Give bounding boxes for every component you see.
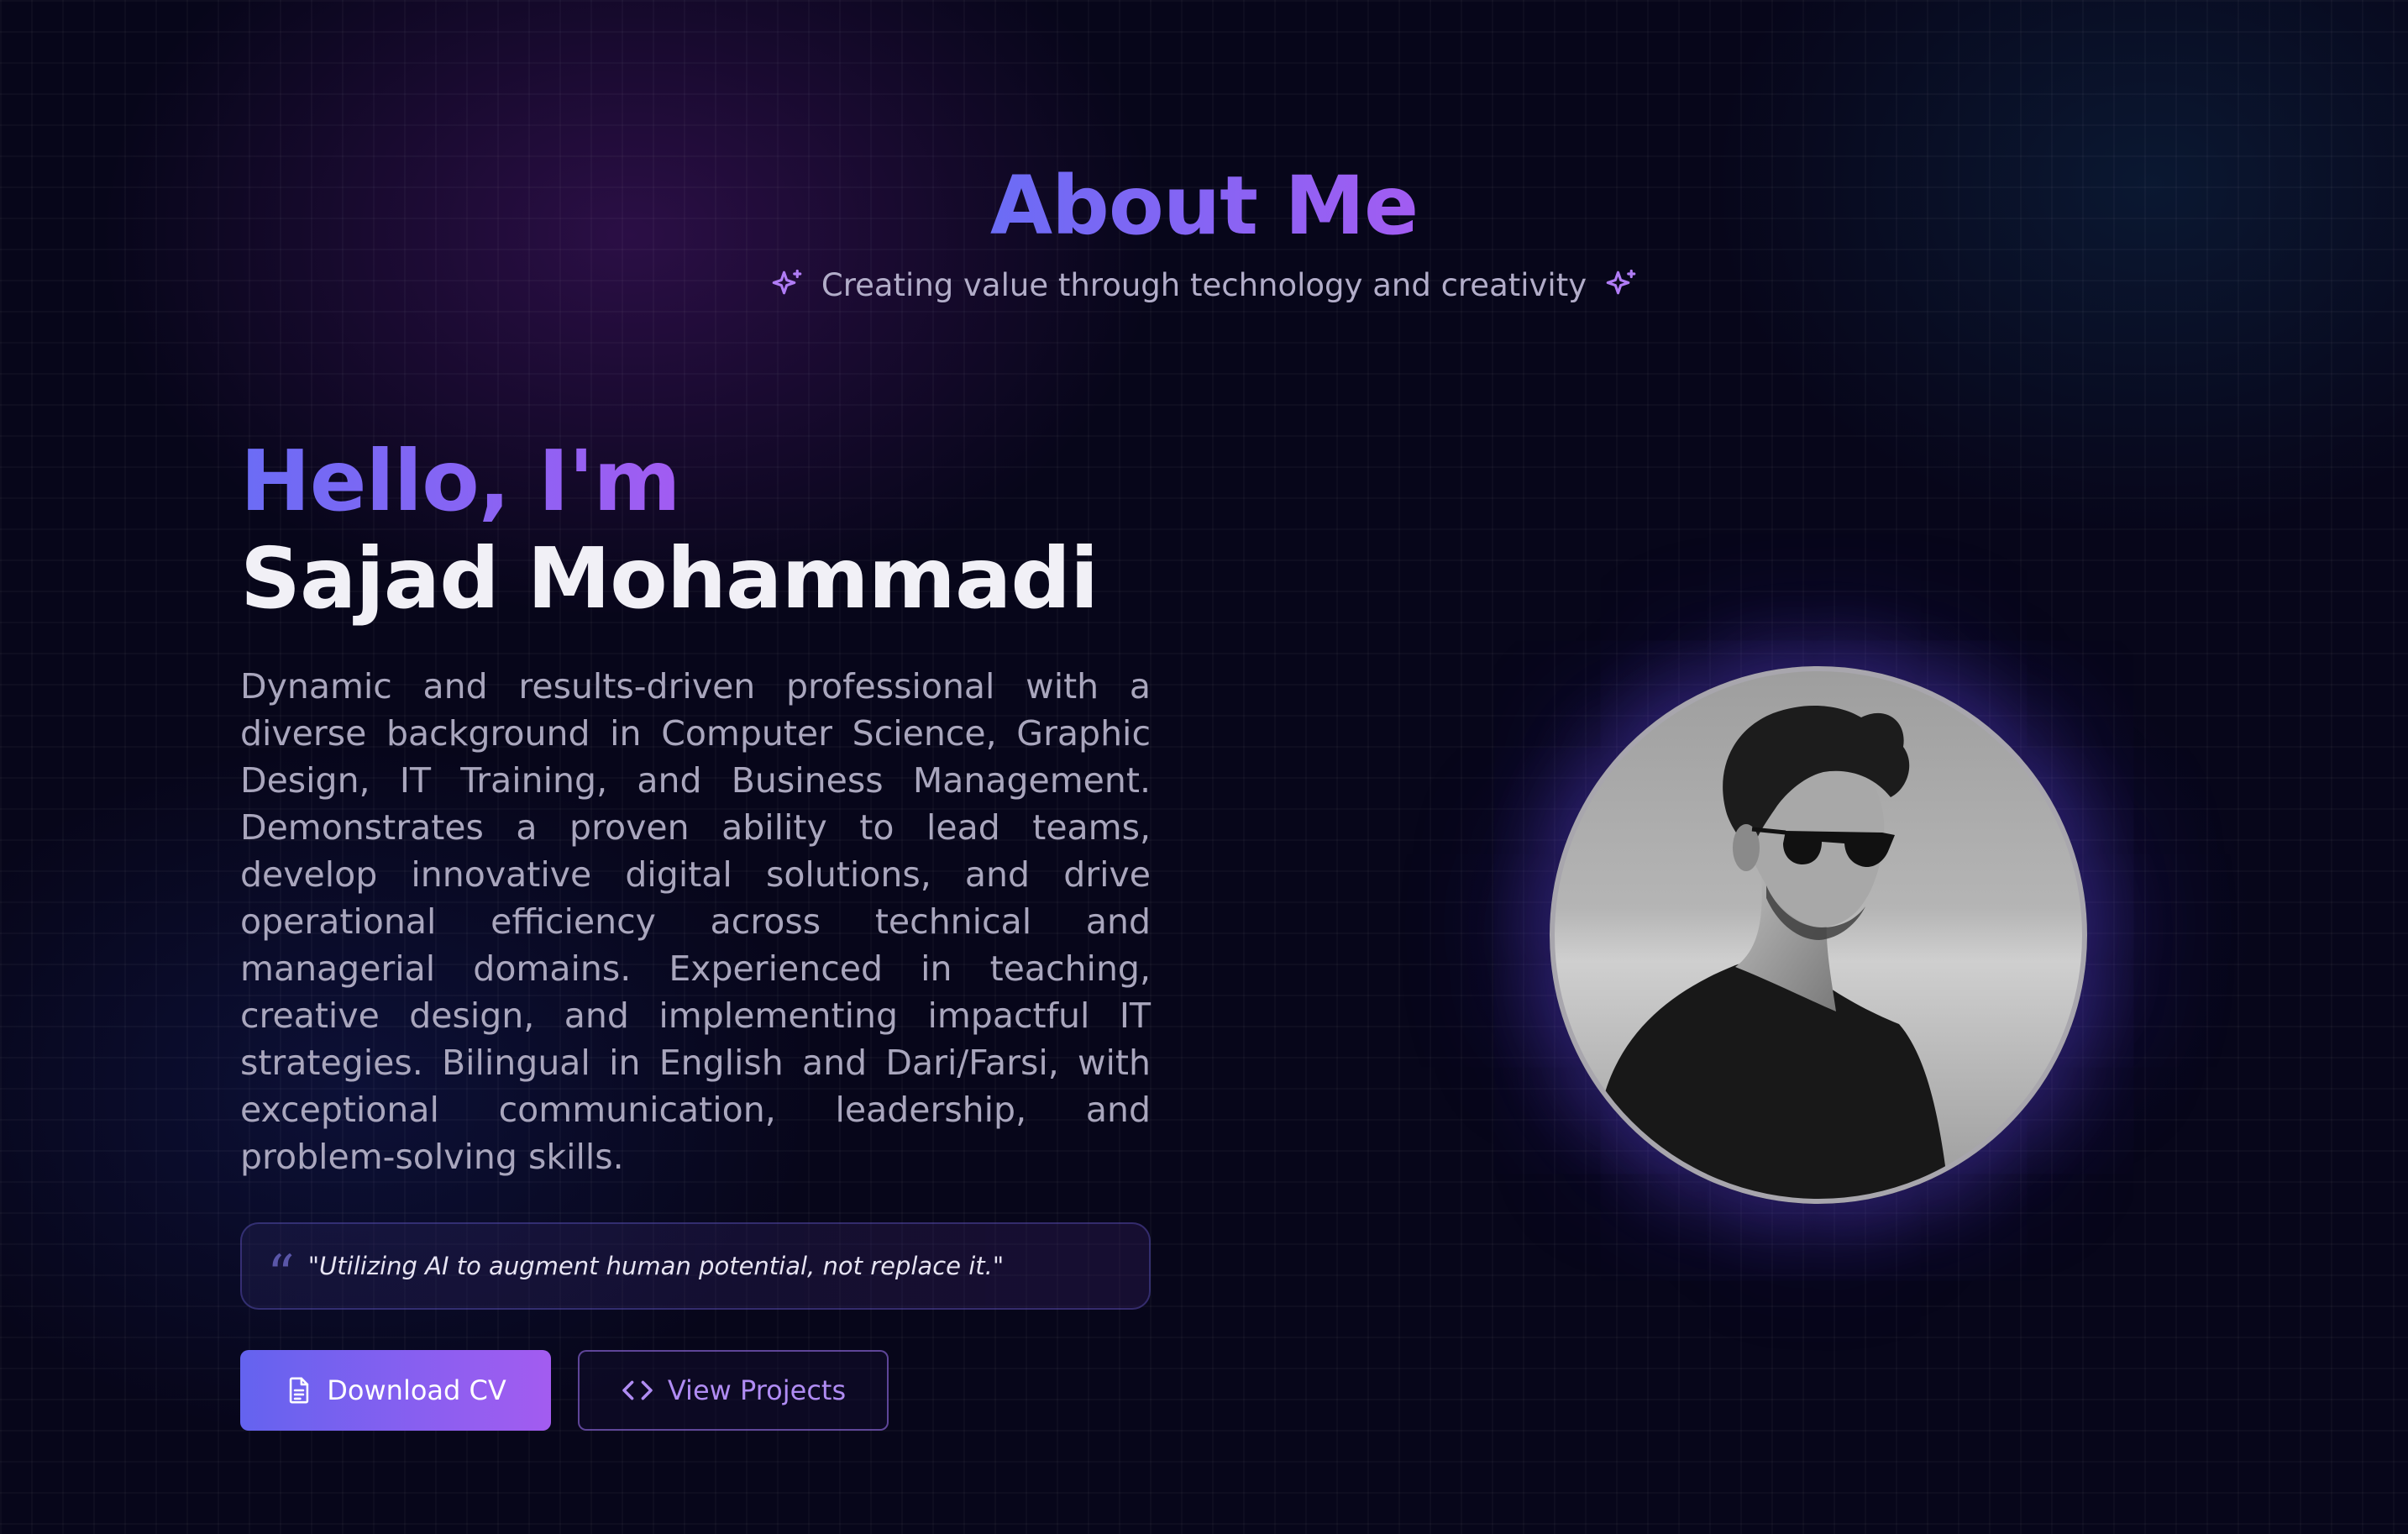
profile-photo	[1550, 666, 2087, 1204]
quote-text: "Utilizing AI to augment human potential…	[307, 1252, 1005, 1280]
section-subtitle: Creating value through technology and cr…	[0, 267, 2408, 303]
code-icon	[621, 1377, 654, 1404]
document-icon	[285, 1374, 313, 1406]
subtitle-text: Creating value through technology and cr…	[821, 267, 1587, 303]
quote-icon: “	[267, 1244, 295, 1306]
quote-card: “ "Utilizing AI to augment human potenti…	[240, 1222, 1151, 1310]
sparkle-icon	[1603, 268, 1639, 303]
download-cv-button[interactable]: Download CV	[240, 1350, 551, 1431]
download-cv-label: Download CV	[327, 1374, 506, 1406]
bio-paragraph: Dynamic and results-driven professional …	[240, 666, 1151, 1177]
view-projects-label: View Projects	[667, 1374, 847, 1406]
intro-column: Hello, I'm Sajad Mohammadi Dynamic and r…	[240, 433, 1151, 1431]
action-buttons: Download CV View Projects	[240, 1350, 1151, 1431]
about-section: About Me Creating value through technolo…	[0, 0, 2408, 1534]
section-header: About Me Creating value through technolo…	[0, 151, 2408, 303]
profile-photo-frame	[1550, 666, 2087, 1204]
greeting-heading: Hello, I'm	[240, 432, 681, 530]
sparkle-icon	[769, 268, 805, 303]
name-heading: Sajad Mohammadi	[240, 529, 1099, 628]
section-title: About Me	[990, 151, 1419, 260]
view-projects-button[interactable]: View Projects	[578, 1350, 889, 1431]
